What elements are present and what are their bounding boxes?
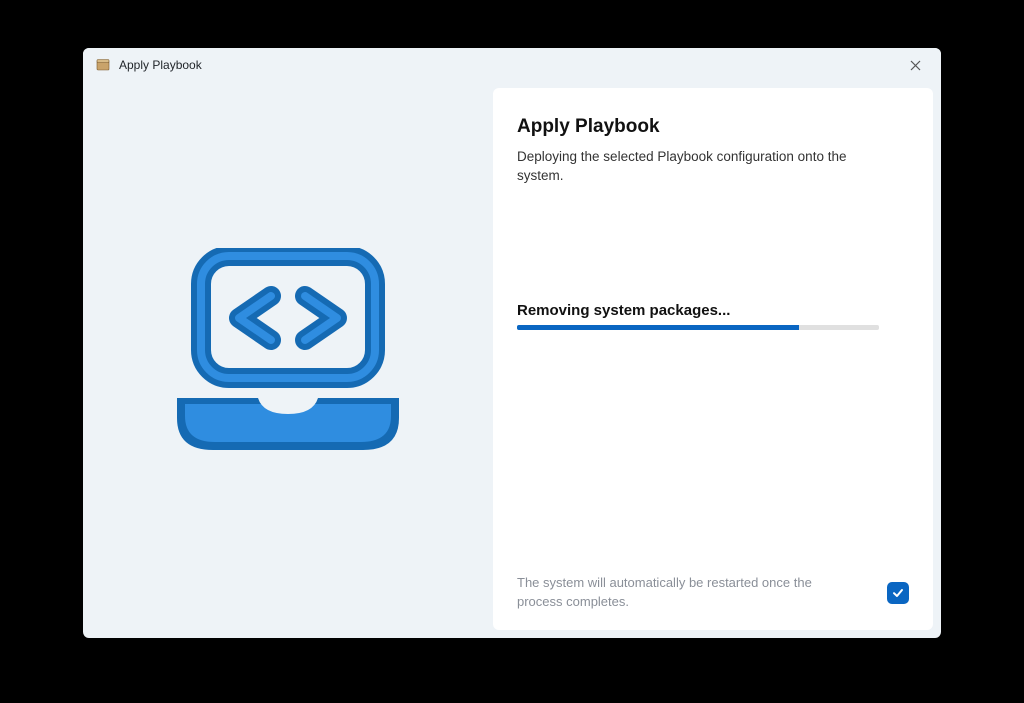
checkmark-icon [891,586,905,600]
laptop-code-icon [163,248,413,473]
panel-footer: The system will automatically be restart… [517,574,909,612]
illustration-pane [83,82,493,638]
panel-heading: Apply Playbook [517,116,909,138]
progress-panel: Apply Playbook Deploying the selected Pl… [493,88,933,630]
close-button[interactable] [897,51,933,79]
panel-description: Deploying the selected Playbook configur… [517,148,877,186]
app-icon [95,57,111,73]
status-area: Removing system packages... [517,302,909,330]
apply-playbook-window: Apply Playbook Apply Playboo [83,48,941,638]
close-icon [910,60,921,71]
progress-bar-fill [517,325,799,330]
restart-note: The system will automatically be restart… [517,574,817,612]
window-title: Apply Playbook [119,58,202,72]
progress-bar-track [517,325,879,330]
content-area: Apply Playbook Deploying the selected Pl… [83,82,941,638]
auto-restart-checkbox[interactable] [887,582,909,604]
status-label: Removing system packages... [517,302,909,319]
titlebar: Apply Playbook [83,48,941,82]
